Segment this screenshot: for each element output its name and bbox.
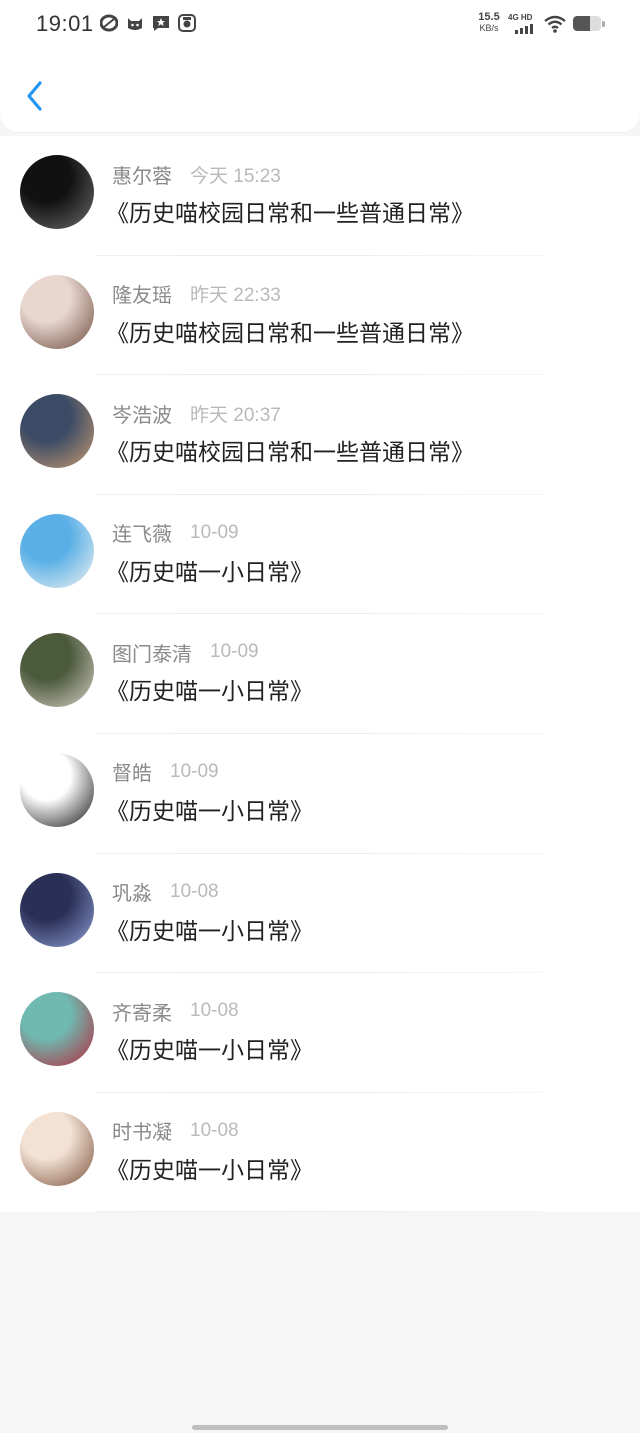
comment-meta: 督皓 10-09 bbox=[112, 758, 219, 786]
app-badge-icon bbox=[178, 14, 196, 32]
comment-meta: 图门泰清 10-09 bbox=[112, 638, 259, 666]
list-item[interactable]: 图门泰清 10-09 《历史喵一小日常》 bbox=[0, 614, 640, 734]
list-item[interactable]: 惠尔蓉 今天 15:23 《历史喵校园日常和一些普通日常》 bbox=[0, 136, 640, 256]
article-title[interactable]: 《历史喵校园日常和一些普通日常》 bbox=[106, 433, 474, 467]
comment-time: 昨天 22:33 bbox=[190, 285, 281, 307]
avatar[interactable] bbox=[20, 872, 94, 947]
user-name[interactable]: 齐寄柔 bbox=[112, 997, 172, 1026]
network-type-label: 4G HD bbox=[508, 13, 533, 22]
list-item[interactable]: 巩淼 10-08 《历史喵一小日常》 bbox=[0, 854, 640, 974]
comment-meta: 岑浩波 昨天 20:37 bbox=[112, 399, 281, 427]
battery-icon bbox=[573, 16, 601, 31]
article-title[interactable]: 《历史喵一小日常》 bbox=[106, 1151, 313, 1185]
comment-meta: 隆友瑶 昨天 22:33 bbox=[112, 280, 281, 308]
article-title[interactable]: 《历史喵一小日常》 bbox=[106, 912, 313, 946]
user-name[interactable]: 惠尔蓉 bbox=[112, 160, 172, 189]
wifi-icon bbox=[544, 15, 566, 33]
article-title[interactable]: 《历史喵校园日常和一些普通日常》 bbox=[106, 194, 474, 228]
notification-icons bbox=[100, 14, 196, 32]
avatar[interactable] bbox=[20, 633, 94, 708]
comment-meta: 齐寄柔 10-08 bbox=[112, 997, 239, 1025]
network-speed: 15.5 KB/s bbox=[478, 11, 500, 34]
article-title[interactable]: 《历史喵一小日常》 bbox=[106, 1031, 313, 1065]
user-name[interactable]: 督皓 bbox=[112, 757, 152, 786]
article-title[interactable]: 《历史喵校园日常和一些普通日常》 bbox=[106, 314, 474, 348]
user-name[interactable]: 时书凝 bbox=[112, 1116, 172, 1145]
list-item[interactable]: 隆友瑶 昨天 22:33 《历史喵校园日常和一些普通日常》 bbox=[0, 256, 640, 376]
user-name[interactable]: 岑浩波 bbox=[112, 399, 172, 428]
battery-tip bbox=[602, 21, 605, 27]
avatar[interactable] bbox=[20, 752, 94, 827]
comment-meta: 时书凝 10-08 bbox=[112, 1117, 239, 1145]
comment-time: 10-08 bbox=[190, 1000, 239, 1022]
back-button[interactable] bbox=[20, 77, 52, 117]
user-name[interactable]: 隆友瑶 bbox=[112, 279, 172, 308]
status-time: 19:01 bbox=[36, 11, 94, 36]
star-message-icon bbox=[153, 16, 169, 31]
article-title[interactable]: 《历史喵一小日常》 bbox=[106, 792, 313, 826]
article-title[interactable]: 《历史喵一小日常》 bbox=[106, 553, 313, 587]
list-item[interactable]: 岑浩波 昨天 20:37 《历史喵校园日常和一些普通日常》 bbox=[0, 375, 640, 495]
comment-meta: 惠尔蓉 今天 15:23 bbox=[112, 160, 281, 188]
avatar[interactable] bbox=[20, 513, 94, 588]
cellular-signal-icon bbox=[515, 24, 533, 34]
avatar[interactable] bbox=[20, 155, 94, 229]
list-item[interactable]: 齐寄柔 10-08 《历史喵一小日常》 bbox=[0, 973, 640, 1093]
list-item[interactable]: 督皓 10-09 《历史喵一小日常》 bbox=[0, 734, 640, 854]
user-name[interactable]: 巩淼 bbox=[112, 877, 152, 906]
comment-time: 昨天 20:37 bbox=[190, 404, 281, 426]
app-notification-icon bbox=[100, 14, 118, 32]
comment-time: 10-09 bbox=[170, 760, 219, 782]
list-item[interactable]: 时书凝 10-08 《历史喵一小日常》 bbox=[0, 1093, 640, 1213]
chevron-left-icon bbox=[27, 81, 42, 111]
comment-time: 10-08 bbox=[190, 1119, 239, 1141]
comment-time: 10-09 bbox=[190, 521, 239, 543]
comment-list: 惠尔蓉 今天 15:23 《历史喵校园日常和一些普通日常》 隆友瑶 昨天 22:33 《历… bbox=[0, 136, 640, 1213]
cat-face-icon bbox=[128, 18, 142, 30]
divider bbox=[96, 1211, 544, 1213]
user-name[interactable]: 图门泰清 bbox=[112, 638, 192, 667]
avatar[interactable] bbox=[20, 992, 94, 1067]
comment-time: 10-08 bbox=[170, 880, 219, 902]
comment-meta: 连飞薇 10-09 bbox=[112, 519, 239, 547]
home-indicator[interactable] bbox=[192, 1425, 448, 1430]
user-name[interactable]: 连飞薇 bbox=[112, 518, 172, 547]
avatar[interactable] bbox=[20, 274, 94, 349]
comment-meta: 巩淼 10-08 bbox=[112, 878, 219, 906]
comment-time: 10-09 bbox=[210, 641, 259, 663]
battery-level-fill bbox=[573, 16, 590, 31]
comment-time: 今天 15:23 bbox=[190, 165, 281, 187]
list-item[interactable]: 连飞薇 10-09 《历史喵一小日常》 bbox=[0, 495, 640, 615]
avatar[interactable] bbox=[20, 394, 94, 469]
top-header bbox=[0, 50, 640, 132]
avatar[interactable] bbox=[20, 1111, 94, 1186]
article-title[interactable]: 《历史喵一小日常》 bbox=[106, 672, 313, 706]
status-bar: 19:01 15.5 KB/s 4G HD bbox=[0, 0, 640, 50]
